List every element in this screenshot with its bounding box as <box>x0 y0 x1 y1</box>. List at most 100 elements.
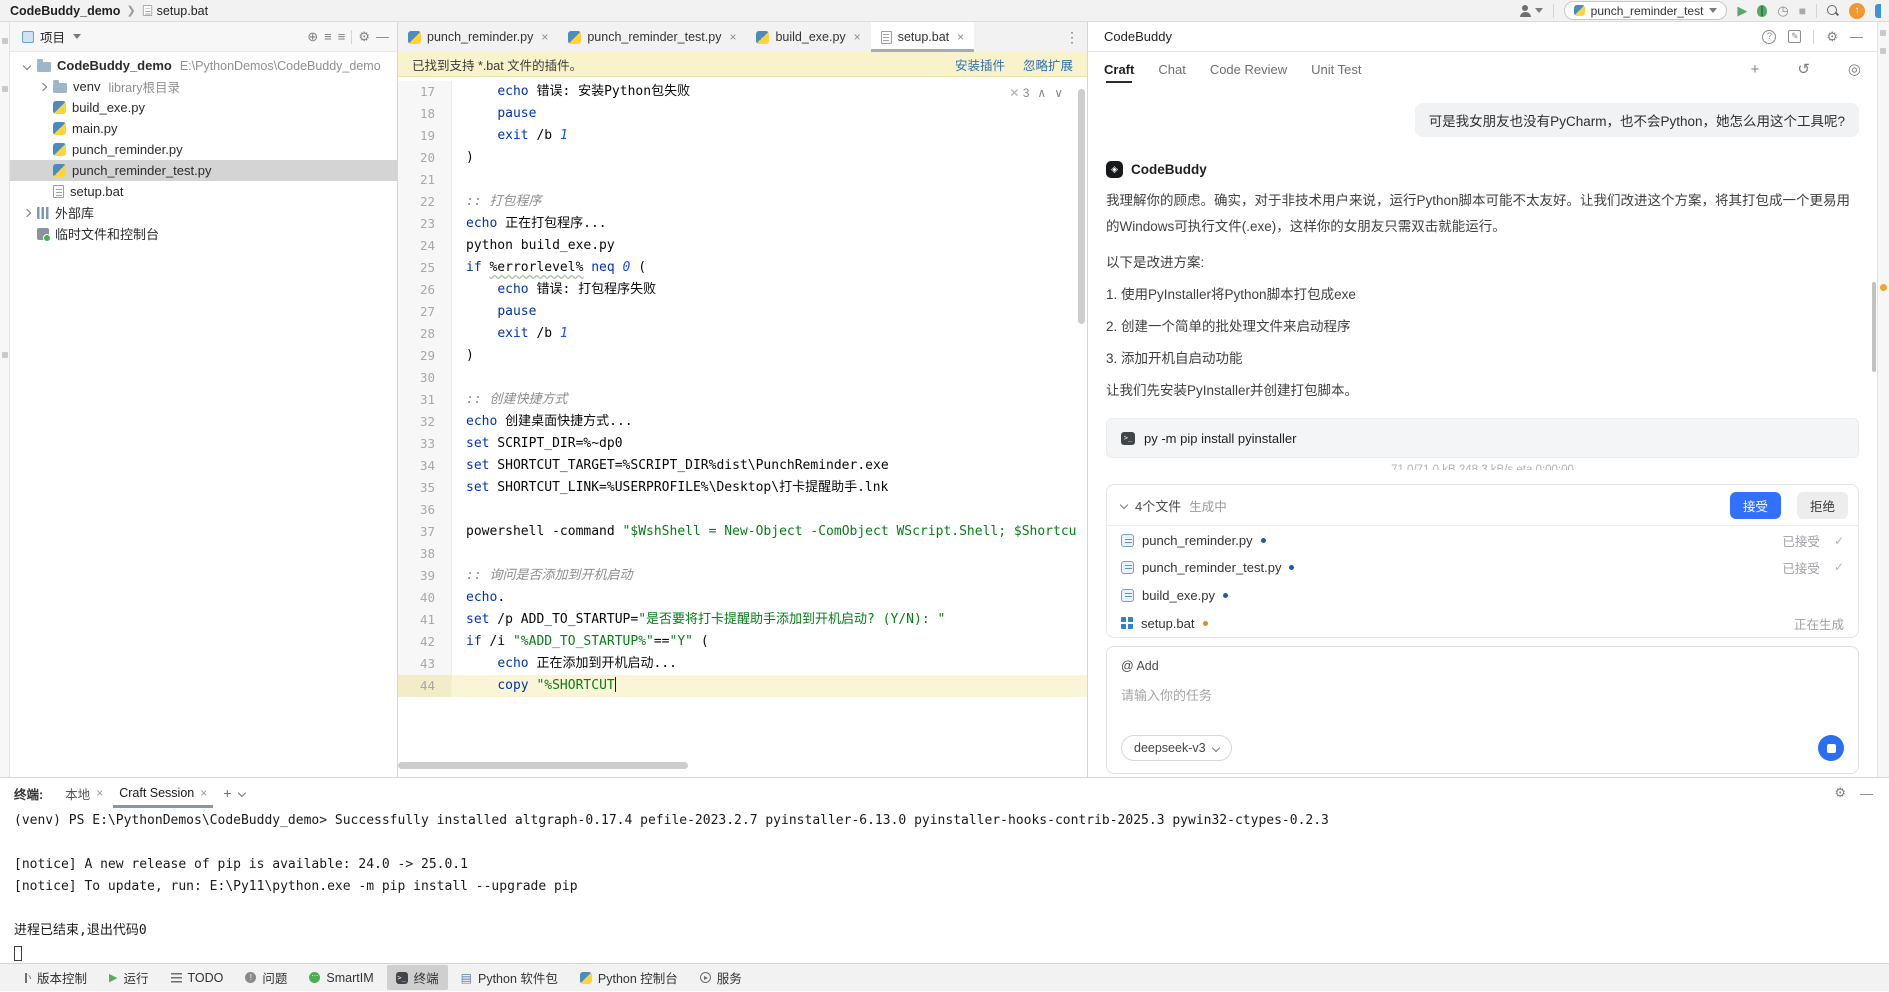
profiler-button[interactable]: ◷ <box>1777 3 1788 19</box>
code-editor[interactable]: 17 echo 错误: 安装Python包失败18 pause19 exit /… <box>398 77 1087 777</box>
chevron-right-icon[interactable] <box>39 82 47 90</box>
code-line-20[interactable]: 20) <box>398 147 1087 169</box>
close-icon[interactable]: × <box>200 786 207 800</box>
update-icon[interactable]: ↑ <box>1849 3 1865 19</box>
chevron-down-icon[interactable] <box>23 61 31 69</box>
close-icon[interactable]: × <box>96 786 103 800</box>
statusbar-item-问题[interactable]: !问题 <box>236 965 296 990</box>
close-icon[interactable]: × <box>729 30 736 44</box>
tool-stripe-icon[interactable] <box>2 86 8 92</box>
model-selector[interactable]: deepseek-v3 <box>1121 735 1232 761</box>
tab-punch_reminder.py[interactable]: punch_reminder.py× <box>398 22 558 52</box>
install-plugin-link[interactable]: 安装插件 <box>955 55 1005 74</box>
command-card[interactable]: >_ py -m pip install pyinstaller <box>1106 418 1859 458</box>
code-line-30[interactable]: 30 <box>398 367 1087 389</box>
user-menu-button[interactable] <box>1519 5 1543 17</box>
gear-icon[interactable]: ⚙ <box>1826 29 1838 45</box>
code-line-19[interactable]: 19 exit /b 1 <box>398 125 1087 147</box>
hide-panel-icon[interactable]: — <box>1860 786 1873 801</box>
code-line-18[interactable]: 18 pause <box>398 103 1087 125</box>
code-line-26[interactable]: 26 echo 错误: 打包程序失败 <box>398 279 1087 301</box>
code-line-35[interactable]: 35set SHORTCUT_LINK=%USERPROFILE%\Deskto… <box>398 477 1087 499</box>
code-line-31[interactable]: 31:: 创建快捷方式 <box>398 389 1087 411</box>
tool-stripe-icon[interactable] <box>2 352 8 358</box>
clipped-toolbar-icon[interactable] <box>1875 4 1881 18</box>
hide-panel-icon[interactable]: — <box>1850 29 1863 44</box>
files-card-header[interactable]: 4个文件 生成中 接受 拒绝 <box>1107 485 1858 525</box>
expand-all-icon[interactable]: ≡ <box>324 29 332 44</box>
file-row-setup.bat[interactable]: setup.bat正在生成 <box>1107 609 1858 637</box>
tab-craft[interactable]: Craft <box>1104 56 1134 83</box>
code-line-43[interactable]: 43 echo 正在添加到开机启动... <box>398 653 1087 675</box>
tool-stripe-icon[interactable] <box>1880 48 1886 54</box>
gear-icon[interactable]: ⚙ <box>1834 785 1846 801</box>
code-line-38[interactable]: 38 <box>398 543 1087 565</box>
tab-setup.bat[interactable]: setup.bat× <box>871 22 974 52</box>
chat-scroll-area[interactable]: 可是我女朋友也没有PyCharm，也不会Python，她怎么用这个工具呢? ◈ … <box>1088 86 1877 777</box>
chevron-down-icon[interactable] <box>73 34 81 39</box>
editor-horizontal-scrollbar[interactable] <box>398 762 688 769</box>
add-context-button[interactable]: @ Add <box>1121 659 1844 673</box>
code-line-27[interactable]: 27 pause <box>398 301 1087 323</box>
collapse-all-icon[interactable]: ≡ <box>338 29 346 44</box>
tool-stripe-icon[interactable] <box>2 38 8 44</box>
panel-scrollbar[interactable] <box>1872 282 1876 372</box>
statusbar-item-服务[interactable]: 服务 <box>691 965 751 990</box>
new-terminal-icon[interactable]: + <box>215 785 239 801</box>
code-line-32[interactable]: 32echo 创建桌面快捷方式... <box>398 411 1087 433</box>
reject-button[interactable]: 拒绝 <box>1797 492 1848 519</box>
close-icon[interactable]: × <box>541 30 548 44</box>
code-line-24[interactable]: 24python build_exe.py <box>398 235 1087 257</box>
stop-button[interactable]: ■ <box>1799 4 1806 18</box>
code-line-36[interactable]: 36 <box>398 499 1087 521</box>
tab-chat[interactable]: Chat <box>1158 56 1185 83</box>
statusbar-item-python-软件包[interactable]: ▤Python 软件包 <box>452 965 567 990</box>
close-icon[interactable]: × <box>957 30 964 44</box>
tab-build_exe.py[interactable]: build_exe.py× <box>746 22 870 52</box>
task-input-placeholder[interactable]: 请输入你的任务 <box>1121 685 1844 704</box>
breadcrumb-project[interactable]: CodeBuddy_demo <box>10 4 120 18</box>
history-icon[interactable]: ↺ <box>1797 60 1810 78</box>
code-line-37[interactable]: 37powershell -command "$WshShell = New-O… <box>398 521 1087 543</box>
code-line-17[interactable]: 17 echo 错误: 安装Python包失败 <box>398 81 1087 103</box>
settings-target-icon[interactable]: ◎ <box>1848 60 1861 78</box>
search-icon[interactable] <box>1827 5 1839 17</box>
statusbar-item-版本控制[interactable]: 版本控制 <box>12 965 96 990</box>
locate-file-icon[interactable]: ⊕ <box>307 29 318 45</box>
gear-icon[interactable]: ⚙ <box>358 29 370 45</box>
code-line-42[interactable]: 42if /i "%ADD_TO_STARTUP%"=="Y" ( <box>398 631 1087 653</box>
terminal-tab-craft-session[interactable]: Craft Session× <box>111 778 215 808</box>
tree-item-setup.bat[interactable]: setup.bat <box>10 181 397 202</box>
chevron-down-icon[interactable] <box>238 789 246 797</box>
chevron-right-icon[interactable] <box>23 208 31 216</box>
notification-dot-icon[interactable] <box>1880 284 1887 291</box>
statusbar-item-运行[interactable]: ▶运行 <box>100 965 157 990</box>
run-config-selector[interactable]: punch_reminder_test <box>1564 1 1728 20</box>
statusbar-item-终端[interactable]: >_终端 <box>387 965 448 990</box>
task-input-card[interactable]: @ Add 请输入你的任务 deepseek-v3 <box>1106 646 1859 774</box>
statusbar-item-smartim[interactable]: ⋯SmartIM <box>300 968 382 988</box>
statusbar-item-todo[interactable]: TODO <box>162 968 233 988</box>
project-tree[interactable]: CodeBuddy_demoE:\PythonDemos\CodeBuddy_d… <box>10 52 397 777</box>
debug-button[interactable] <box>1757 5 1767 17</box>
run-button[interactable]: ▶ <box>1737 3 1747 19</box>
code-line-29[interactable]: 29) <box>398 345 1087 367</box>
prev-problem-icon[interactable]: ∧ <box>1037 86 1046 100</box>
statusbar-item-python-控制台[interactable]: Python 控制台 <box>571 965 687 990</box>
tree-item-外部库[interactable]: 外部库 <box>10 202 397 223</box>
file-row-build_exe.py[interactable]: build_exe.py <box>1107 581 1858 609</box>
code-line-33[interactable]: 33set SCRIPT_DIR=%~dp0 <box>398 433 1087 455</box>
file-row-punch_reminder.py[interactable]: punch_reminder.py已接受✓ <box>1107 525 1858 553</box>
more-tabs-icon[interactable]: ⋮ <box>1057 29 1087 46</box>
new-session-icon[interactable]: + <box>1751 61 1760 78</box>
tab-code-review[interactable]: Code Review <box>1210 56 1287 83</box>
terminal-tab-本地[interactable]: 本地× <box>57 778 111 808</box>
code-line-22[interactable]: 22:: 打包程序 <box>398 191 1087 213</box>
tree-item-CodeBuddy_demo[interactable]: CodeBuddy_demoE:\PythonDemos\CodeBuddy_d… <box>10 55 397 76</box>
help-icon[interactable]: ? <box>1762 30 1776 44</box>
breadcrumb-file[interactable]: setup.bat <box>157 4 208 18</box>
tree-item-main.py[interactable]: main.py <box>10 118 397 139</box>
code-line-28[interactable]: 28 exit /b 1 <box>398 323 1087 345</box>
tab-unit-test[interactable]: Unit Test <box>1311 56 1361 83</box>
file-row-punch_reminder_test.py[interactable]: punch_reminder_test.py已接受✓ <box>1107 553 1858 581</box>
